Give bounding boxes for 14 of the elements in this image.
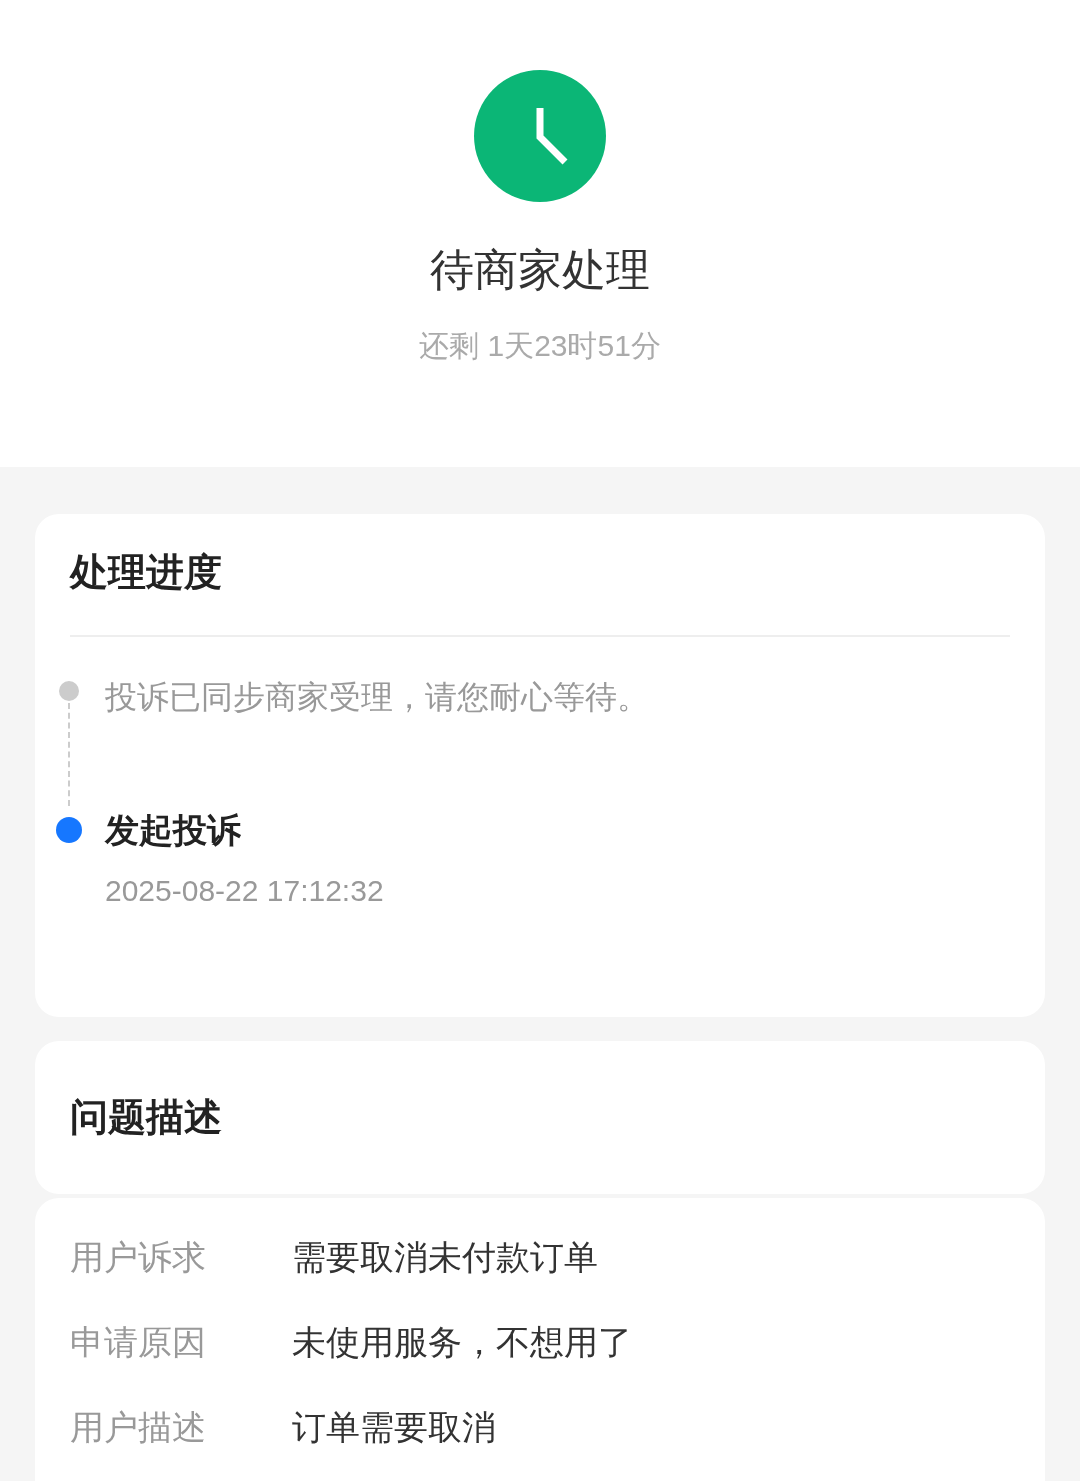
status-title: 待商家处理 (430, 244, 650, 296)
detail-label: 用户描述 (70, 1407, 207, 1448)
step-time: 2025-08-22 17:12:32 (105, 873, 384, 909)
step-title: 发起投诉 (105, 810, 242, 851)
section-title: 问题描述 (70, 1095, 223, 1140)
detail-value: 需要取消未付款订单 (292, 1237, 598, 1278)
detail-label: 用户诉求 (70, 1237, 207, 1278)
countdown-text: 还剩 1天23时51分 (419, 328, 661, 364)
section-title: 处理进度 (70, 550, 223, 595)
detail-value: 未使用服务，不想用了 (292, 1322, 632, 1363)
clock-icon (474, 70, 606, 202)
detail-label: 申请原因 (70, 1322, 207, 1363)
detail-value: 订单需要取消 (292, 1407, 496, 1448)
step-text: 投诉已同步商家受理，请您耐心等待。 (105, 678, 649, 717)
